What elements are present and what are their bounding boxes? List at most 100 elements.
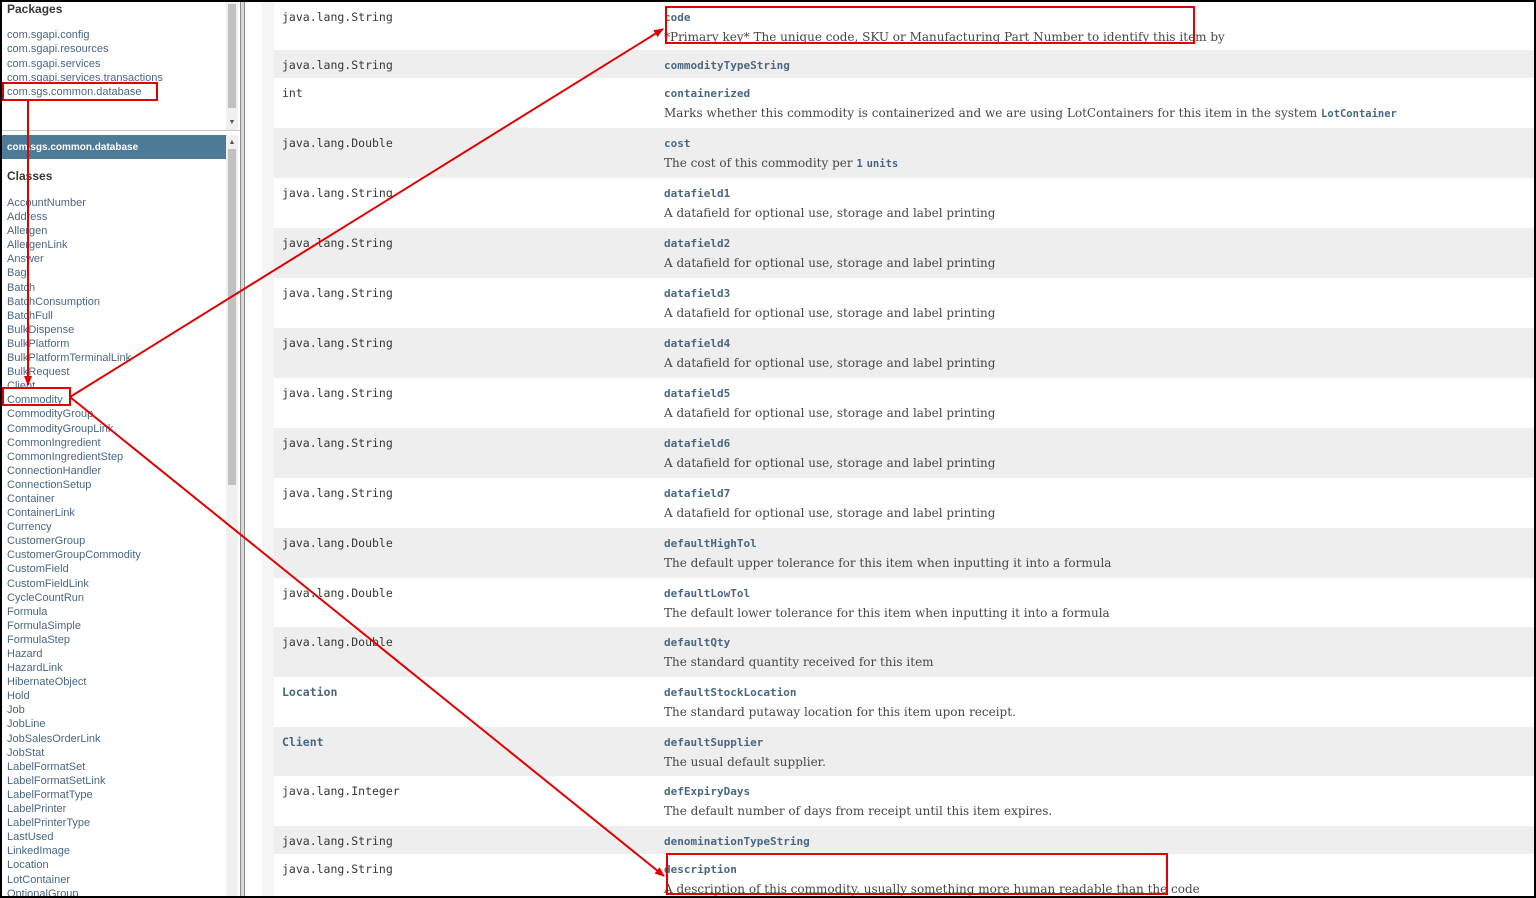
class-link[interactable]: JobLine	[7, 717, 141, 731]
class-link[interactable]: BatchConsumption	[7, 295, 141, 309]
field-type: java.lang.String	[282, 236, 393, 250]
package-header-bar[interactable]: com.sgs.common.database	[2, 135, 226, 159]
field-name-link[interactable]: containerized	[664, 87, 1534, 100]
field-type-link[interactable]: Location	[282, 685, 664, 699]
class-link[interactable]: CustomerGroup	[7, 534, 141, 548]
class-link[interactable]: JobStat	[7, 746, 141, 760]
class-link[interactable]: Allergen	[7, 224, 141, 238]
field-type-cell: Client	[274, 727, 664, 776]
class-link[interactable]: LabelPrinter	[7, 802, 141, 816]
field-name-link[interactable]: datafield6	[664, 437, 1534, 450]
field-type-cell: java.lang.String	[274, 428, 664, 478]
field-type: java.lang.Integer	[282, 784, 400, 798]
class-link[interactable]: OptionalGroup	[7, 887, 141, 896]
packages-scroll-thumb[interactable]	[228, 4, 236, 108]
field-description: The default number of days from receipt …	[664, 804, 1534, 818]
class-link[interactable]: BulkPlatformTerminalLink	[7, 351, 141, 365]
class-link[interactable]: CommonIngredientStep	[7, 450, 141, 464]
class-link[interactable]: LabelPrinterType	[7, 816, 141, 830]
class-link[interactable]: LinkedImage	[7, 844, 141, 858]
class-link[interactable]: Container	[7, 492, 141, 506]
package-link[interactable]: com.sgs.common.database	[7, 85, 163, 99]
class-link[interactable]: AllergenLink	[7, 238, 141, 252]
field-type-cell: int	[274, 78, 664, 128]
field-detail-cell: cost The cost of this commodity per 1 uni…	[664, 128, 1534, 178]
class-link[interactable]: BulkPlatform	[7, 337, 141, 351]
field-type-link[interactable]: Client	[282, 735, 664, 749]
inline-code-link[interactable]: LotContainer	[1321, 108, 1397, 120]
field-name-link[interactable]: datafield1	[664, 187, 1534, 200]
classes-scrollbar[interactable]: ▲	[226, 135, 238, 896]
class-link[interactable]: HazardLink	[7, 661, 141, 675]
class-link[interactable]: Currency	[7, 520, 141, 534]
class-link[interactable]: FormulaSimple	[7, 619, 141, 633]
class-link[interactable]: ConnectionSetup	[7, 478, 141, 492]
field-name-link[interactable]: denominationTypeString	[664, 835, 1534, 848]
class-link[interactable]: Hold	[7, 689, 141, 703]
field-name-link[interactable]: datafield7	[664, 487, 1534, 500]
class-link[interactable]: Answer	[7, 252, 141, 266]
class-link[interactable]: ContainerLink	[7, 506, 141, 520]
class-link[interactable]: Address	[7, 210, 141, 224]
field-detail-cell: defaultQty The standard quantity received…	[664, 627, 1534, 677]
field-name-link[interactable]: code	[664, 11, 1534, 24]
field-name-link[interactable]: defaultHighTol	[664, 537, 1534, 550]
class-link[interactable]: BulkRequest	[7, 365, 141, 379]
field-name-link[interactable]: datafield5	[664, 387, 1534, 400]
packages-scrollbar[interactable]: ▼	[226, 2, 238, 130]
field-name-link[interactable]: datafield2	[664, 237, 1534, 250]
class-link[interactable]: CustomFieldLink	[7, 577, 141, 591]
inline-code-link[interactable]: units	[867, 158, 899, 170]
field-name-link[interactable]: defaultSupplier	[664, 736, 1534, 749]
class-link[interactable]: Hazard	[7, 647, 141, 661]
class-link[interactable]: CommodityGroupLink	[7, 422, 141, 436]
class-link[interactable]: Formula	[7, 605, 141, 619]
class-link[interactable]: CommonIngredient	[7, 436, 141, 450]
class-link[interactable]: CommodityGroup	[7, 407, 141, 421]
field-name-link[interactable]: defaultQty	[664, 636, 1534, 649]
field-row: java.lang.String datafield7 A datafield fo…	[274, 478, 1534, 528]
field-description: A datafield for optional use, storage an…	[664, 406, 1534, 420]
field-name-link[interactable]: description	[664, 863, 1534, 876]
field-type: java.lang.String	[282, 834, 393, 848]
class-link[interactable]: ConnectionHandler	[7, 464, 141, 478]
class-link[interactable]: BulkDispense	[7, 323, 141, 337]
class-link[interactable]: Client	[7, 379, 141, 393]
field-row: java.lang.String datafield5 A datafield fo…	[274, 378, 1534, 428]
class-link[interactable]: Commodity	[7, 393, 141, 407]
package-link[interactable]: com.sgapi.services	[7, 57, 163, 71]
class-link[interactable]: Job	[7, 703, 141, 717]
class-link[interactable]: HibernateObject	[7, 675, 141, 689]
scroll-down-arrow-icon[interactable]: ▼	[226, 118, 238, 128]
class-link[interactable]: Location	[7, 858, 141, 872]
scroll-up-arrow-icon[interactable]: ▲	[226, 138, 238, 148]
class-link[interactable]: JobSalesOrderLink	[7, 732, 141, 746]
field-name-link[interactable]: cost	[664, 137, 1534, 150]
class-link[interactable]: LabelFormatSet	[7, 760, 141, 774]
class-link[interactable]: LabelFormatSetLink	[7, 774, 141, 788]
class-link[interactable]: LabelFormatType	[7, 788, 141, 802]
field-name-link[interactable]: defExpiryDays	[664, 785, 1534, 798]
class-link[interactable]: CustomerGroupCommodity	[7, 548, 141, 562]
class-link[interactable]: CustomField	[7, 562, 141, 576]
class-link[interactable]: LotContainer	[7, 873, 141, 887]
class-link[interactable]: Bag	[7, 266, 141, 280]
field-name-link[interactable]: datafield3	[664, 287, 1534, 300]
package-link[interactable]: com.sgapi.services.transactions	[7, 71, 163, 85]
field-name-link[interactable]: defaultStockLocation	[664, 686, 1534, 699]
class-link[interactable]: LastUsed	[7, 830, 141, 844]
field-name-link[interactable]: defaultLowTol	[664, 587, 1534, 600]
class-link[interactable]: BatchFull	[7, 309, 141, 323]
class-link[interactable]: Batch	[7, 281, 141, 295]
field-description: The cost of this commodity per 1 units	[664, 156, 1534, 170]
class-link[interactable]: CycleCountRun	[7, 591, 141, 605]
package-link[interactable]: com.sgapi.config	[7, 28, 163, 42]
field-name-link[interactable]: commodityTypeString	[664, 59, 1534, 72]
field-name-link[interactable]: datafield4	[664, 337, 1534, 350]
classes-scroll-thumb[interactable]	[228, 149, 236, 485]
class-link[interactable]: AccountNumber	[7, 196, 141, 210]
field-type: java.lang.Double	[282, 586, 393, 600]
class-link[interactable]: FormulaStep	[7, 633, 141, 647]
field-row: Location defaultStockLocation The standard…	[274, 677, 1534, 727]
package-link[interactable]: com.sgapi.resources	[7, 42, 163, 56]
